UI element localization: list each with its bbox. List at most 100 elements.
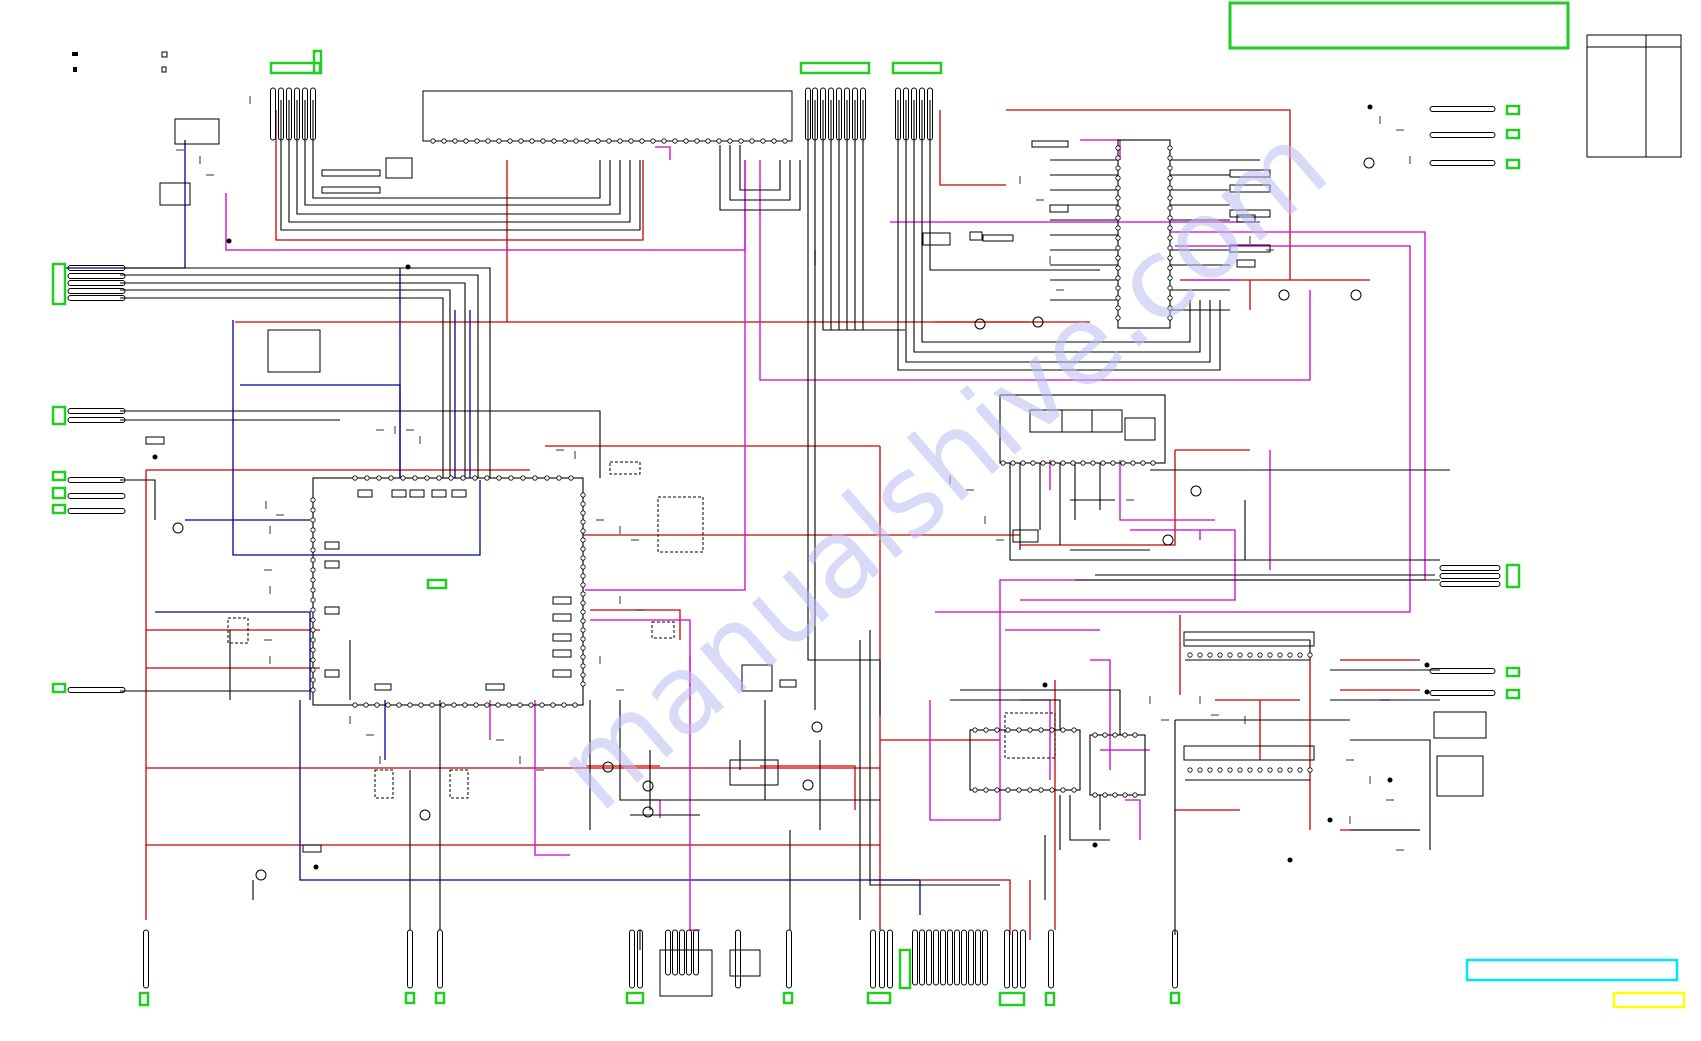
connector-pin <box>786 929 792 989</box>
title-block <box>1228 1 1570 50</box>
ic-pin <box>1227 652 1233 658</box>
ic-pin <box>400 475 406 481</box>
ic-pin <box>606 138 612 144</box>
ic-pin <box>1122 732 1128 738</box>
connector-pin <box>1429 106 1496 112</box>
connector-pin <box>1439 573 1501 579</box>
ic-pin <box>1277 767 1283 773</box>
ic-pin <box>1038 727 1044 733</box>
ic-pin <box>580 555 586 561</box>
ic-pin <box>540 138 546 144</box>
connector-pin <box>67 295 126 301</box>
ic-pin <box>310 567 316 573</box>
ic-pin <box>310 547 316 553</box>
ic-pin <box>310 517 316 523</box>
ic-pin <box>518 138 524 144</box>
ic-pin <box>310 597 316 603</box>
connector-pin <box>1429 668 1496 674</box>
connector-pin <box>679 929 685 976</box>
ic-pin <box>672 138 678 144</box>
ic-pin <box>1150 460 1156 466</box>
ic-pin <box>1287 767 1293 773</box>
ic-pin <box>474 138 480 144</box>
ic-pin <box>532 475 538 481</box>
ic-pin <box>1050 460 1056 466</box>
ic-pin <box>1307 652 1313 658</box>
ic-pin <box>310 497 316 503</box>
ic-pin <box>562 138 568 144</box>
ic-pin <box>580 672 586 678</box>
ic-pin <box>1071 787 1077 793</box>
connector-pin <box>665 929 671 976</box>
ic-pin <box>580 573 586 579</box>
ic-pin <box>508 475 514 481</box>
ic-pin <box>507 138 513 144</box>
ic-pin <box>1049 727 1055 733</box>
ic-pin <box>738 138 744 144</box>
ic-pin <box>1167 145 1173 151</box>
connector-pin <box>870 929 876 989</box>
ic-pin <box>1167 165 1173 171</box>
ic-pin <box>528 702 534 708</box>
schematic-diagram: manualshive.com <box>51 1 1686 1009</box>
ic-pin <box>580 681 586 687</box>
ic-pin <box>429 702 435 708</box>
ic-pin <box>1257 652 1263 658</box>
ic-pin <box>551 138 557 144</box>
connector-pin <box>879 929 885 989</box>
ic-pin <box>617 138 623 144</box>
ic-pin <box>1027 787 1033 793</box>
ic-pin <box>550 702 556 708</box>
connector-pin <box>143 929 149 989</box>
ic-pin <box>1070 460 1076 466</box>
ic-pin <box>972 727 978 733</box>
connector-pin <box>693 929 699 976</box>
connector-pin <box>735 929 741 989</box>
ic-pin <box>580 627 586 633</box>
ic-pin <box>473 702 479 708</box>
ic-pin <box>580 528 586 534</box>
legend-yellow-box <box>1612 991 1686 1009</box>
ic-pin <box>310 657 316 663</box>
ic-pin <box>749 138 755 144</box>
ic-pin <box>310 557 316 563</box>
ic-pin <box>1197 652 1203 658</box>
connector-pin <box>954 929 960 986</box>
ic-pin <box>451 702 457 708</box>
ic-pin <box>727 138 733 144</box>
ic-pin <box>983 787 989 793</box>
ic-pin <box>573 138 579 144</box>
ic-pin <box>448 475 454 481</box>
ic-pin <box>1049 787 1055 793</box>
connector-pin <box>982 929 988 986</box>
connector-pin <box>67 493 126 499</box>
ic-pin <box>1115 145 1121 151</box>
ic-pin <box>1102 732 1108 738</box>
connector-pin <box>887 929 893 989</box>
ic-pin <box>1090 460 1096 466</box>
connector-pin <box>961 929 967 986</box>
connector-pin <box>672 929 678 976</box>
ic-pin <box>1115 205 1121 211</box>
connector-pin <box>67 417 126 423</box>
ic-pin <box>1167 175 1173 181</box>
ic-pin <box>1112 792 1118 798</box>
ic-pin <box>1100 460 1106 466</box>
ic-pin <box>1217 652 1223 658</box>
ic-pin <box>1297 652 1303 658</box>
ic-pin <box>310 677 316 683</box>
connector-pin <box>1439 565 1501 571</box>
ic-pin <box>310 607 316 613</box>
ic-pin <box>580 591 586 597</box>
ic-pin <box>1115 195 1121 201</box>
ic-pin <box>1071 727 1077 733</box>
ic-pin <box>310 647 316 653</box>
ic-pin <box>310 627 316 633</box>
ic-pin <box>716 138 722 144</box>
ic-pin <box>580 501 586 507</box>
ic-pin <box>495 702 501 708</box>
connector-pin <box>1429 132 1496 138</box>
connector-pin <box>67 280 126 286</box>
ic-pin <box>994 727 1000 733</box>
ic-pin <box>544 475 550 481</box>
